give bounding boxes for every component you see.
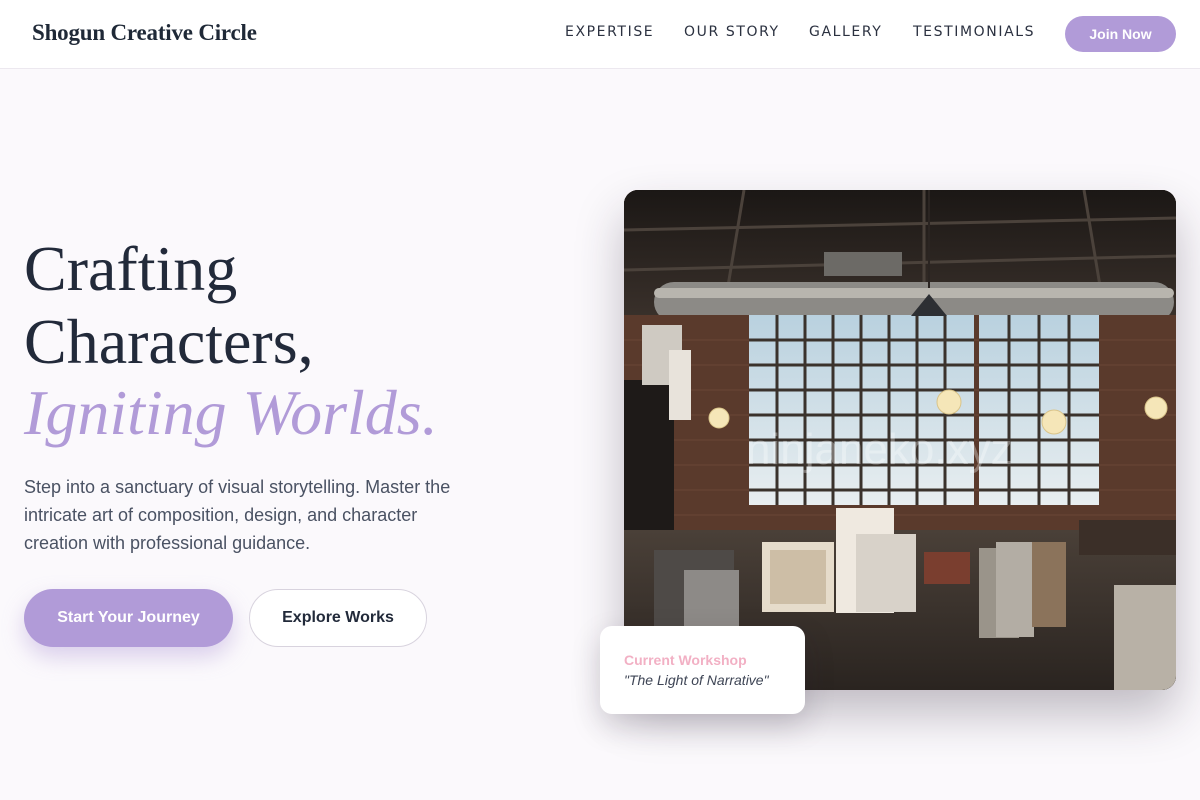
join-now-button[interactable]: Join Now	[1065, 16, 1176, 52]
hero-title-accent: Igniting Worlds.	[24, 377, 438, 448]
nav-link-gallery[interactable]: GALLERY	[809, 24, 882, 40]
nav-link-testimonials[interactable]: TESTIMONIALS	[913, 24, 1035, 40]
hero-description: Step into a sanctuary of visual storytel…	[24, 477, 451, 553]
workshop-label: Current Workshop	[624, 652, 747, 668]
current-workshop-card[interactable]: Current Workshop "The Light of Narrative…	[600, 626, 805, 714]
brand-logo-text[interactable]: Shogun Creative Circle	[32, 20, 257, 46]
top-navigation-bar: Shogun Creative Circle EXPERTISE OUR STO…	[0, 0, 1200, 69]
workshop-title: "The Light of Narrative"	[624, 672, 769, 688]
explore-works-button[interactable]: Explore Works	[249, 589, 427, 647]
studio-photo: ninjaneko.xyz	[624, 190, 1176, 690]
start-journey-button[interactable]: Start Your Journey	[24, 589, 233, 647]
hero-title-line-2: Characters,	[24, 306, 314, 377]
watermark-text: ninjaneko.xyz	[746, 425, 1013, 474]
nav-link-our-story[interactable]: OUR STORY	[684, 24, 780, 40]
hero-title-line-1: Crafting	[24, 233, 238, 304]
nav-link-expertise[interactable]: EXPERTISE	[565, 24, 654, 40]
